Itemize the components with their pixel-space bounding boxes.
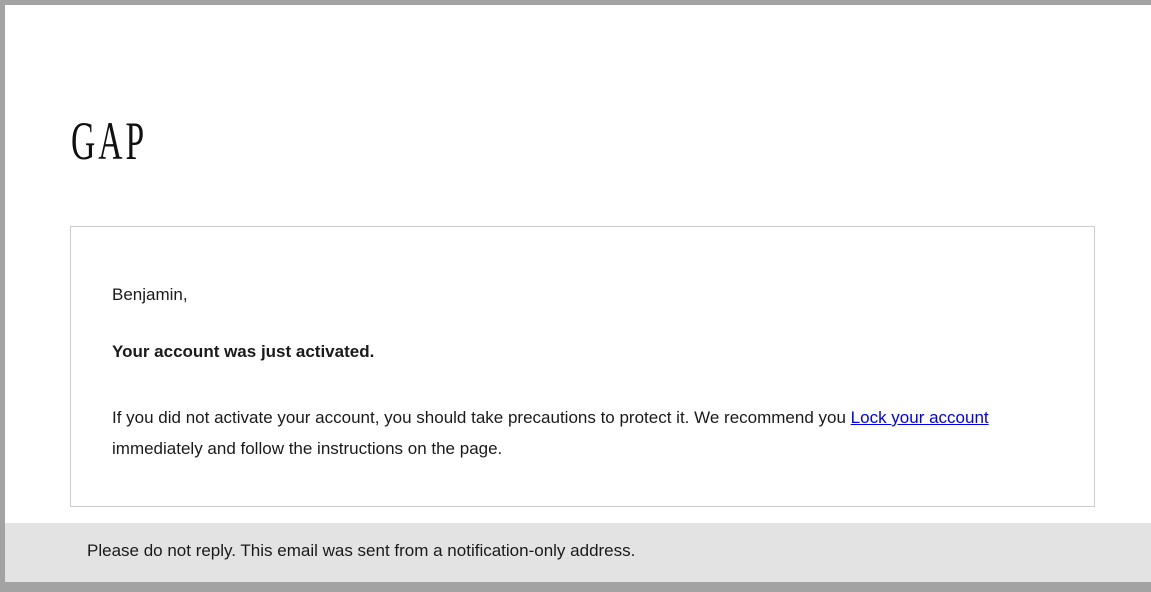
body-text-after-link: immediately and follow the instructions … <box>112 439 503 458</box>
message-body: If you did not activate your account, yo… <box>112 402 1072 464</box>
footer-bar: Please do not reply. This email was sent… <box>5 523 1151 582</box>
message-card: Benjamin, Your account was just activate… <box>70 226 1095 507</box>
lock-account-link[interactable]: Lock your account <box>851 408 989 427</box>
no-reply-notice: Please do not reply. This email was sent… <box>87 541 636 560</box>
gap-logo: GAP <box>71 111 148 171</box>
activation-headline: Your account was just activated. <box>112 342 375 361</box>
body-text-before-link: If you did not activate your account, yo… <box>112 408 851 427</box>
greeting-text: Benjamin, <box>112 285 188 304</box>
